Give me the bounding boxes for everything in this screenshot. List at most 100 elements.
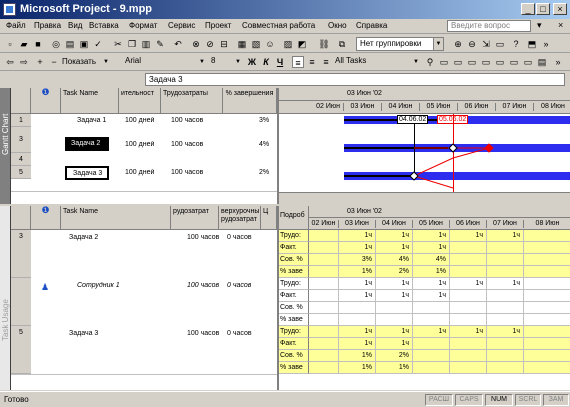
gantt-hscrollbar[interactable] — [279, 192, 570, 204]
grouping-select[interactable]: Нет группировки ▼ — [356, 37, 444, 51]
row-id[interactable]: 4 — [11, 153, 31, 166]
usage-value-cell[interactable]: 1ч — [450, 230, 487, 242]
save-icon[interactable]: ■ — [32, 38, 44, 50]
print-icon[interactable]: ▤ — [64, 38, 76, 50]
usage-value-cell[interactable]: 1ч — [376, 242, 413, 254]
usage-view-bar[interactable]: Task Usage — [0, 206, 11, 390]
work-cell[interactable]: 100 часов — [171, 169, 203, 176]
usage-detail-label[interactable]: Трудо: — [279, 278, 309, 290]
usage-value-cell[interactable]: 1ч — [339, 242, 376, 254]
usage-value-cell[interactable] — [339, 314, 376, 326]
copy-icon[interactable]: ❐ — [126, 38, 138, 50]
usage-value-cell[interactable] — [450, 290, 487, 302]
usage-value-cell[interactable] — [309, 314, 339, 326]
usage-value-cell[interactable] — [413, 338, 450, 350]
usage-detail-label[interactable]: % заве — [279, 266, 309, 278]
hyperlink-icon[interactable]: ⛓ — [318, 38, 330, 50]
usage-value-cell[interactable]: 2% — [376, 350, 413, 362]
outdent-icon[interactable]: ⇦ — [4, 56, 16, 68]
usage-value-cell[interactable] — [524, 326, 570, 338]
usage-value-cell[interactable] — [524, 314, 570, 326]
entry-field[interactable]: Задача 3 — [145, 73, 565, 86]
resource-name-cell[interactable]: Сотрудник 1 — [77, 282, 120, 289]
menu-help[interactable]: Справка — [356, 21, 387, 30]
usage-value-cell[interactable] — [524, 290, 570, 302]
doc-close-icon[interactable]: × — [558, 20, 563, 30]
usage-value-cell[interactable]: 1ч — [487, 230, 524, 242]
usage-value-cell[interactable] — [487, 266, 524, 278]
usage-value-cell[interactable]: 1ч — [413, 326, 450, 338]
usage-value-cell[interactable] — [309, 326, 339, 338]
usage-value-cell[interactable] — [524, 230, 570, 242]
align-right-icon[interactable]: ≡ — [320, 56, 332, 68]
overtime-cell[interactable]: 0 часов — [227, 282, 251, 289]
view-icon-2[interactable]: ▭ — [466, 56, 478, 68]
menu-tools[interactable]: Сервис — [168, 21, 195, 30]
usage-value-cell[interactable] — [450, 254, 487, 266]
usage-value-cell[interactable] — [376, 302, 413, 314]
row-id[interactable]: 3 — [11, 127, 31, 153]
help-question-input[interactable]: Введите вопрос — [447, 20, 531, 32]
usage-value-cell[interactable] — [487, 254, 524, 266]
show-subtasks-icon[interactable]: + — [34, 56, 46, 68]
menu-project[interactable]: Проект — [205, 21, 231, 30]
task-name-cell-selected[interactable]: Задача 2 — [65, 137, 109, 151]
usage-value-cell[interactable] — [339, 302, 376, 314]
col-work-2[interactable]: рудозатрат — [171, 206, 219, 230]
work-cell[interactable]: 100 часов — [171, 117, 203, 124]
usage-value-cell[interactable]: 1ч — [376, 290, 413, 302]
overtime-cell[interactable]: 0 часов — [227, 330, 252, 337]
percent-cell[interactable]: 4% — [259, 141, 269, 148]
usage-value-cell[interactable] — [309, 242, 339, 254]
usage-value-cell[interactable] — [309, 254, 339, 266]
usage-value-cell[interactable] — [309, 290, 339, 302]
usage-value-cell[interactable]: 1% — [376, 362, 413, 374]
publish-icon[interactable]: ◩ — [296, 38, 308, 50]
col-task-name-2[interactable]: Task Name — [61, 206, 171, 230]
usage-value-cell[interactable] — [413, 350, 450, 362]
search-file-icon[interactable]: ◎ — [50, 38, 62, 50]
usage-detail-label[interactable]: % заве — [279, 314, 309, 326]
usage-value-cell[interactable] — [450, 302, 487, 314]
view-icon-1[interactable]: ▭ — [452, 56, 464, 68]
gantt-view-bar[interactable]: Gantt Chart — [0, 88, 11, 204]
usage-value-cell[interactable] — [309, 266, 339, 278]
menu-edit[interactable]: Правка — [34, 21, 61, 30]
indent-icon[interactable]: ⇨ — [18, 56, 30, 68]
usage-value-cell[interactable]: 1ч — [376, 338, 413, 350]
paste-icon[interactable]: ▥ — [140, 38, 152, 50]
details-header[interactable]: Подроб — [279, 206, 309, 230]
usage-value-cell[interactable] — [376, 314, 413, 326]
overtime-cell[interactable]: 0 часов — [227, 234, 252, 241]
work-cell[interactable]: 100 часов — [187, 330, 219, 337]
split-icon[interactable]: ⊟ — [218, 38, 230, 50]
spelling-icon[interactable]: ✓ — [92, 38, 104, 50]
task-name-cell[interactable]: Задача 2 — [69, 234, 98, 241]
link-icon[interactable]: ⊗ — [190, 38, 202, 50]
usage-value-cell[interactable]: 1ч — [339, 338, 376, 350]
copy-picture-office-icon[interactable]: ▭ — [494, 38, 506, 50]
usage-value-cell[interactable]: 1ч — [413, 290, 450, 302]
usage-value-cell[interactable]: 1ч — [376, 230, 413, 242]
bold-button[interactable]: Ж — [246, 56, 258, 68]
menu-window[interactable]: Окно — [328, 21, 347, 30]
minimize-button[interactable]: _ — [521, 3, 535, 15]
italic-button[interactable]: К — [260, 56, 272, 68]
usage-value-cell[interactable] — [309, 338, 339, 350]
usage-value-cell[interactable]: 1ч — [339, 230, 376, 242]
usage-value-cell[interactable]: 1ч — [413, 278, 450, 290]
usage-value-cell[interactable] — [309, 278, 339, 290]
indicators-header-2[interactable]: ❶ — [31, 206, 61, 230]
usage-value-cell[interactable] — [450, 314, 487, 326]
menu-format[interactable]: Формат — [129, 21, 157, 30]
new-icon[interactable]: ▫ — [4, 38, 16, 50]
format-painter-icon[interactable]: ✎ — [154, 38, 166, 50]
menu-insert[interactable]: Вставка — [89, 21, 119, 30]
show-dropdown-icon[interactable]: ▼ — [100, 56, 112, 68]
usage-value-cell[interactable] — [413, 302, 450, 314]
help-dropdown-icon[interactable]: ▾ — [537, 20, 542, 31]
usage-value-cell[interactable] — [524, 266, 570, 278]
usage-value-cell[interactable] — [487, 362, 524, 374]
usage-value-cell[interactable]: 1% — [339, 350, 376, 362]
assign-icon[interactable]: ☺ — [264, 38, 276, 50]
